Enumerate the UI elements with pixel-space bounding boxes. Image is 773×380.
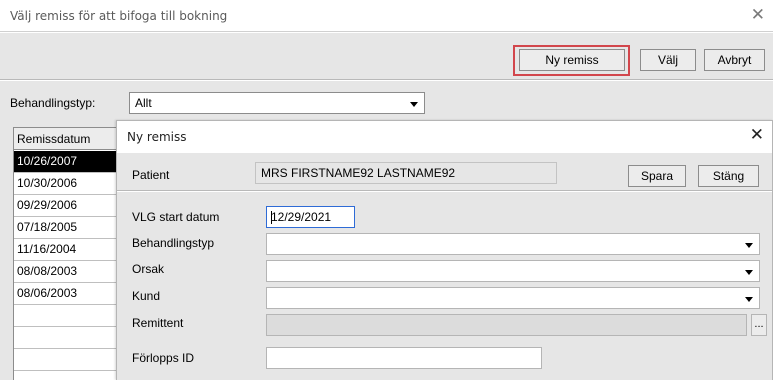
- stang-button[interactable]: Stäng: [698, 165, 759, 187]
- remittent-browse-button[interactable]: ...: [751, 314, 767, 336]
- outer-titlebar: Välj remiss för att bifoga till bokning …: [0, 0, 773, 32]
- vlg-start-datum-input[interactable]: 12/29/2021: [266, 206, 355, 228]
- inner-dialog-title: Ny remiss: [127, 130, 187, 144]
- table-row[interactable]: 10/30/2006: [14, 173, 122, 195]
- patient-name: MRS FIRSTNAME92 LASTNAME92: [261, 166, 456, 180]
- kund-label: Kund: [132, 289, 161, 303]
- table-row[interactable]: 07/18/2005: [14, 217, 122, 239]
- ny-remiss-button[interactable]: Ny remiss: [519, 49, 625, 71]
- chevron-down-icon: [410, 102, 418, 107]
- valj-button[interactable]: Välj: [640, 49, 696, 71]
- table-row[interactable]: 10/26/2007: [14, 151, 122, 173]
- forlopps-id-input[interactable]: [266, 347, 542, 369]
- spara-button[interactable]: Spara: [628, 165, 686, 187]
- patient-label: Patient: [132, 168, 170, 182]
- table-row[interactable]: 11/16/2004: [14, 239, 122, 261]
- chevron-down-icon: [745, 270, 753, 275]
- inner-close-icon[interactable]: ✕: [750, 125, 764, 145]
- remiss-table: Remissdatum 10/26/2007 10/30/2006 09/29/…: [13, 127, 123, 380]
- outer-toolbar: Ny remiss Välj Avbryt: [0, 33, 773, 80]
- behandlingstyp-filter-select[interactable]: Allt: [129, 92, 425, 114]
- table-header-remissdatum[interactable]: Remissdatum: [14, 128, 122, 150]
- vlg-start-datum-label: VLG start datum: [132, 210, 220, 224]
- patient-header: Patient MRS FIRSTNAME92 LASTNAME92 Spara…: [117, 153, 772, 191]
- behandlingstyp-select[interactable]: [266, 233, 760, 255]
- table-row[interactable]: 08/06/2003: [14, 283, 122, 305]
- avbryt-button[interactable]: Avbryt: [704, 49, 765, 71]
- table-row-empty[interactable]: [14, 305, 122, 327]
- outer-close-icon[interactable]: ✕: [751, 5, 765, 25]
- patient-value-field: MRS FIRSTNAME92 LASTNAME92: [255, 162, 557, 184]
- table-row-empty[interactable]: [14, 327, 122, 349]
- table-row-empty[interactable]: [14, 349, 122, 371]
- outer-dialog-title: Välj remiss för att bifoga till bokning: [10, 9, 228, 23]
- orsak-select[interactable]: [266, 260, 760, 282]
- chevron-down-icon: [745, 243, 753, 248]
- behandlingstyp-label: Behandlingstyp: [132, 236, 215, 250]
- table-row[interactable]: 08/08/2003: [14, 261, 122, 283]
- table-row[interactable]: 09/29/2006: [14, 195, 122, 217]
- ny-remiss-form: VLG start datum 12/29/2021 Behandlingsty…: [117, 192, 772, 380]
- remittent-field: [266, 314, 747, 336]
- vlg-start-datum-value: 12/29/2021: [271, 210, 332, 224]
- chevron-down-icon: [745, 297, 753, 302]
- inner-titlebar: Ny remiss ✕: [117, 121, 772, 152]
- kund-select[interactable]: [266, 287, 760, 309]
- ny-remiss-dialog: Ny remiss ✕ Patient MRS FIRSTNAME92 LAST…: [116, 120, 773, 380]
- behandlingstyp-filter-label: Behandlingstyp:: [10, 96, 96, 110]
- remittent-label: Remittent: [132, 316, 184, 330]
- behandlingstyp-filter-value: Allt: [135, 96, 152, 110]
- orsak-label: Orsak: [132, 262, 165, 276]
- forlopps-id-label: Förlopps ID: [132, 351, 195, 365]
